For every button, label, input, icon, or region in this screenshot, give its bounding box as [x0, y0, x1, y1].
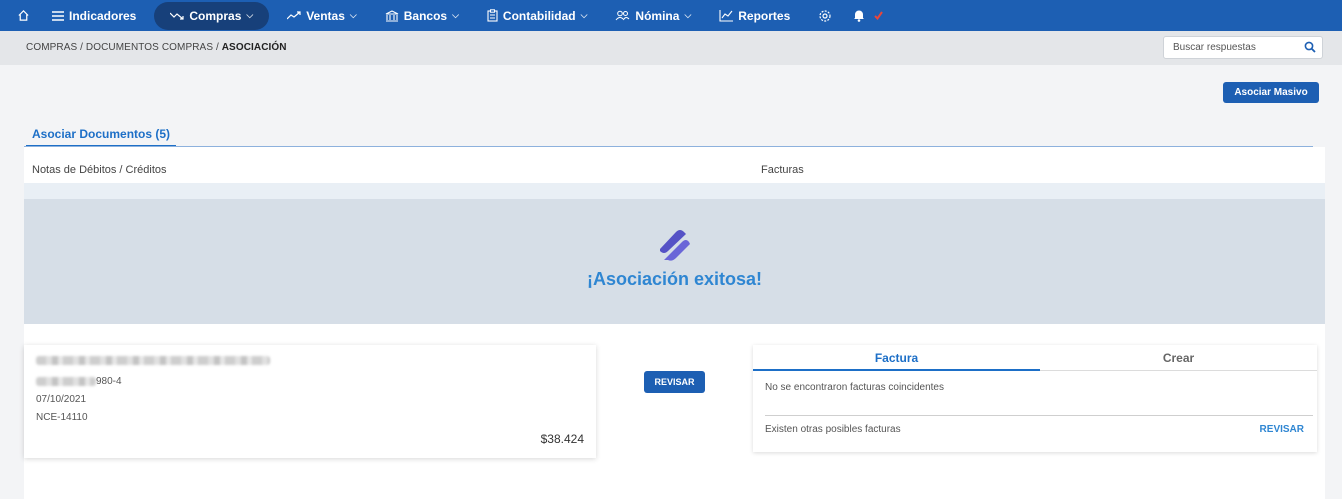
- breadcrumb-separator: /: [77, 42, 86, 53]
- clipboard-icon: [487, 9, 498, 22]
- nav-item-label: Ventas: [306, 8, 345, 23]
- other-invoices-message: Existen otras posibles facturas: [765, 424, 901, 435]
- nav-item-reportes[interactable]: Reportes: [705, 0, 804, 31]
- chart-line-icon: [719, 9, 734, 22]
- association-panel: Notas de Débitos / Créditos Facturas ¡As…: [24, 147, 1325, 499]
- list-icon: [52, 10, 64, 21]
- nav-item-bancos[interactable]: Bancos ⌵: [371, 0, 473, 31]
- column-header-facturas: Facturas: [761, 164, 804, 176]
- breadcrumb-bar: COMPRAS / DOCUMENTOS COMPRAS / ASOCIACIÓ…: [0, 31, 1342, 65]
- gear-icon[interactable]: [804, 0, 851, 31]
- header-strip: [24, 183, 1325, 199]
- breadcrumb-documentos-compras[interactable]: DOCUMENTOS COMPRAS: [86, 42, 213, 53]
- redacted-supplier-id: [36, 377, 96, 386]
- nav-item-label: Bancos: [403, 8, 448, 23]
- trend-up-icon: [287, 11, 301, 20]
- search-input[interactable]: [1164, 37, 1294, 58]
- factura-card: Factura Crear No se encontraron facturas…: [753, 345, 1317, 452]
- breadcrumb: COMPRAS / DOCUMENTOS COMPRAS / ASOCIACIÓ…: [26, 42, 287, 53]
- success-banner: ¡Asociación exitosa!: [24, 199, 1325, 324]
- people-icon: [616, 10, 630, 21]
- nav-item-label: Reportes: [738, 8, 791, 23]
- top-nav-bar: Indicadores Compras ⌵ Ventas ⌵ Bancos ⌵ …: [0, 0, 1342, 31]
- redacted-supplier-name: [36, 356, 270, 365]
- document-date: 07/10/2021: [36, 394, 87, 405]
- bank-icon: [385, 9, 398, 22]
- bell-icon[interactable]: [851, 0, 902, 31]
- nav-item-label: Compras: [189, 8, 242, 23]
- nav-item-compras[interactable]: Compras ⌵: [154, 1, 270, 30]
- breadcrumb-compras[interactable]: COMPRAS: [26, 42, 77, 53]
- document-amount: $38.424: [540, 432, 584, 446]
- notification-check-icon: [874, 11, 884, 20]
- nav-item-ventas[interactable]: Ventas ⌵: [273, 0, 371, 31]
- trend-down-icon: [170, 12, 184, 20]
- chevron-down-icon: ⌵: [580, 10, 588, 20]
- chevron-down-icon: ⌵: [349, 10, 357, 20]
- divider: [765, 415, 1313, 416]
- tab-crear[interactable]: Crear: [1040, 345, 1317, 371]
- nav-item-label: Nómina: [635, 8, 680, 23]
- supplier-id-suffix: 980-4: [96, 376, 122, 387]
- chevron-down-icon: ⌵: [246, 10, 254, 20]
- chevron-down-icon: ⌵: [452, 10, 459, 20]
- asociar-masivo-button[interactable]: Asociar Masivo: [1223, 82, 1319, 103]
- tab-factura[interactable]: Factura: [753, 345, 1040, 371]
- breadcrumb-current: ASOCIACIÓN: [221, 42, 287, 53]
- nav-item-nomina[interactable]: Nómina ⌵: [601, 0, 705, 31]
- nav-item-indicadores[interactable]: Indicadores: [38, 0, 150, 31]
- revisar-link[interactable]: REVISAR: [1260, 424, 1304, 435]
- column-header-notas: Notas de Débitos / Créditos: [32, 164, 167, 176]
- home-icon[interactable]: [8, 0, 38, 31]
- nav-item-contabilidad[interactable]: Contabilidad ⌵: [473, 0, 602, 31]
- chevron-down-icon: ⌵: [684, 10, 692, 20]
- revisar-button[interactable]: REVISAR: [644, 371, 705, 393]
- credit-note-card: 980-4 07/10/2021 NCE-14110 $38.424: [24, 345, 596, 458]
- tab-asociar-documentos[interactable]: Asociar Documentos (5): [26, 122, 177, 147]
- no-match-message: No se encontraron facturas coincidentes: [765, 382, 944, 393]
- brand-logo-icon: [660, 230, 690, 261]
- nav-item-label: Indicadores: [69, 8, 137, 23]
- nav-item-label: Contabilidad: [502, 8, 576, 23]
- breadcrumb-separator: /: [213, 42, 222, 53]
- document-number: NCE-14110: [36, 412, 88, 423]
- success-message: ¡Asociación exitosa!: [586, 269, 763, 289]
- search-icon[interactable]: [1304, 41, 1316, 53]
- search-box: [1163, 36, 1323, 59]
